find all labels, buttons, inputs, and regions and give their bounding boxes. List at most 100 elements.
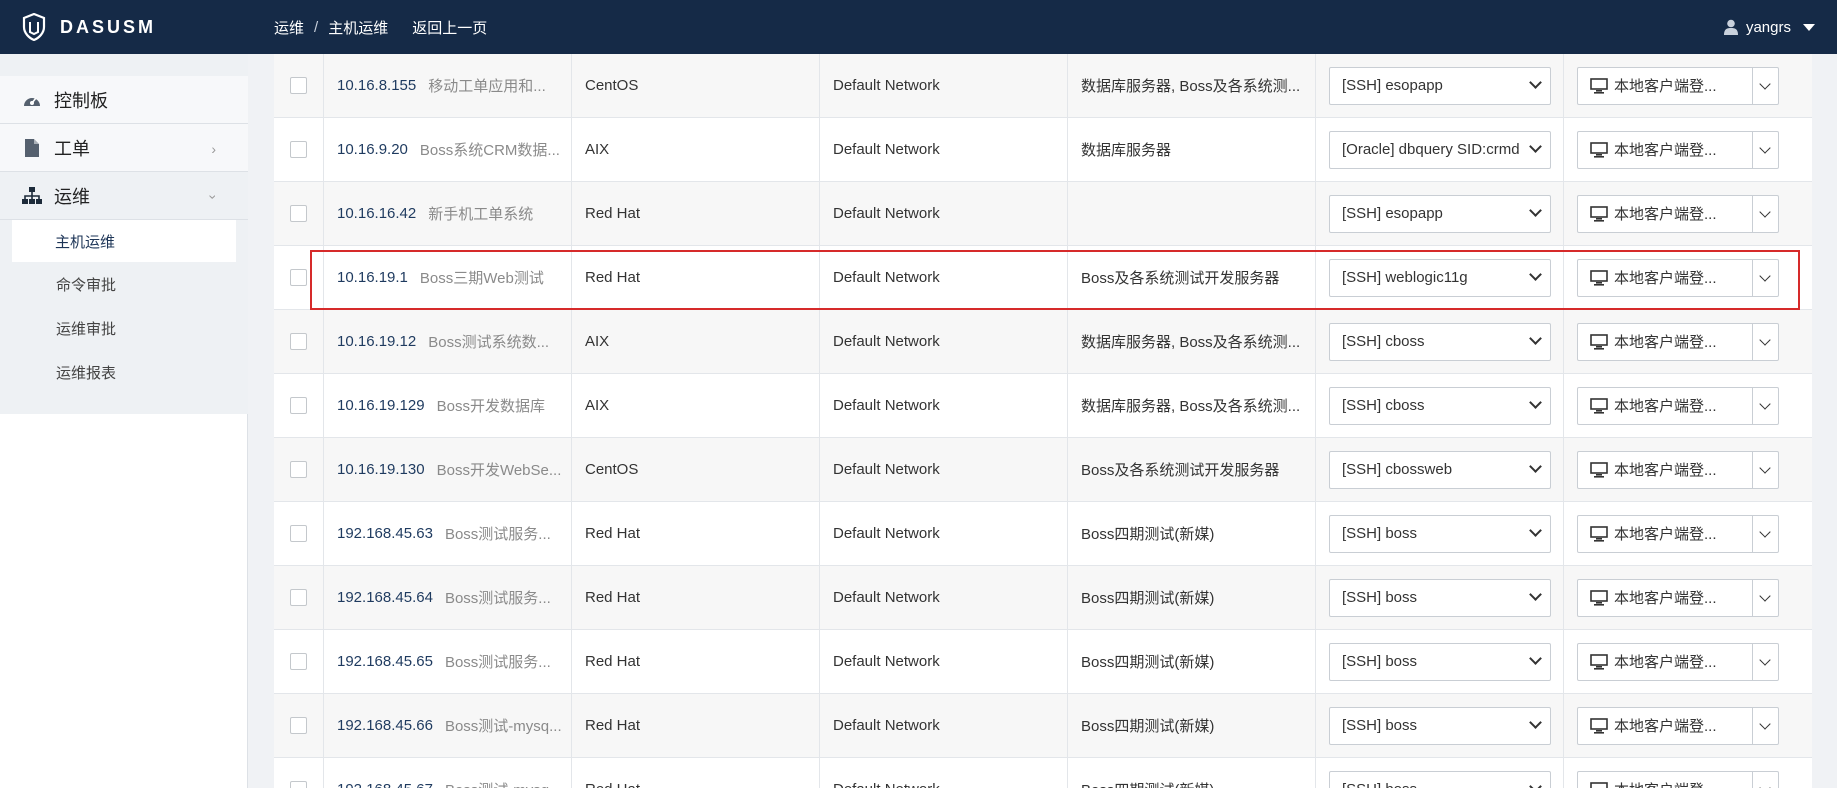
login-dropdown-toggle[interactable]	[1753, 450, 1779, 489]
row-checkbox[interactable]	[290, 205, 307, 222]
account-select[interactable]: [SSH] esopapp	[1329, 66, 1551, 105]
local-client-login-button[interactable]: 本地客户端登...	[1577, 386, 1753, 425]
row-checkbox[interactable]	[290, 717, 307, 734]
login-button-group: 本地客户端登...	[1577, 258, 1779, 297]
login-dropdown-toggle[interactable]	[1753, 770, 1779, 788]
table-row[interactable]: 10.16.16.42 新手机工单系统 Red Hat Default Network…	[274, 181, 1812, 246]
host-ip[interactable]: 10.16.19.1	[337, 269, 408, 286]
login-dropdown-toggle[interactable]	[1753, 322, 1779, 361]
table-row[interactable]: 10.16.19.1 Boss三期Web测试 Red Hat Default Netw…	[274, 245, 1812, 310]
host-name: Boss测试-mysq...	[445, 779, 562, 788]
host-ip[interactable]: 192.168.45.66	[337, 717, 433, 734]
row-checkbox[interactable]	[290, 781, 307, 788]
row-checkbox[interactable]	[290, 141, 307, 158]
host-ip[interactable]: 10.16.19.130	[337, 461, 425, 478]
row-checkbox[interactable]	[290, 397, 307, 414]
host-name: 新手机工单系统	[428, 206, 534, 223]
account-select[interactable]: [SSH] cbossweb	[1329, 450, 1551, 489]
account-select[interactable]: [SSH] boss	[1329, 514, 1551, 553]
login-dropdown-toggle[interactable]	[1753, 514, 1779, 553]
account-cell: [SSH] esopapp	[1316, 181, 1564, 246]
sidebar-item-ops[interactable]: 运维 ›	[0, 172, 248, 220]
local-client-login-button[interactable]: 本地客户端登...	[1577, 130, 1753, 169]
chevron-down-icon	[1529, 395, 1542, 409]
row-checkbox[interactable]	[290, 333, 307, 350]
back-link[interactable]: 返回上一页	[412, 17, 487, 38]
local-client-login-button[interactable]: 本地客户端登...	[1577, 450, 1753, 489]
table-row[interactable]: 192.168.45.66 Boss测试-mysq... Red Hat Defaul…	[274, 693, 1812, 758]
user-icon	[1723, 19, 1738, 35]
row-checkbox[interactable]	[290, 589, 307, 606]
login-dropdown-toggle[interactable]	[1753, 578, 1779, 617]
login-dropdown-toggle[interactable]	[1753, 66, 1779, 105]
table-row[interactable]: 10.16.9.20 Boss系统CRM数据... AIX Default Netwo…	[274, 117, 1812, 182]
app-logo[interactable]: DASUSM	[22, 13, 156, 41]
local-client-login-button[interactable]: 本地客户端登...	[1577, 194, 1753, 233]
host-ip[interactable]: 192.168.45.63	[337, 525, 433, 542]
row-checkbox[interactable]	[290, 77, 307, 94]
host-ip[interactable]: 10.16.19.12	[337, 333, 416, 350]
host-ip[interactable]: 10.16.16.42	[337, 205, 416, 222]
table-row[interactable]: 10.16.8.155 移动工单应用和... CentOS Default Netwo…	[274, 54, 1812, 118]
account-select[interactable]: [SSH] weblogic11g	[1329, 258, 1551, 297]
monitor-icon	[1590, 333, 1608, 350]
local-client-login-button[interactable]: 本地客户端登...	[1577, 258, 1753, 297]
row-checkbox[interactable]	[290, 653, 307, 670]
login-dropdown-toggle[interactable]	[1753, 194, 1779, 233]
chevron-down-icon	[1529, 651, 1542, 665]
host-ip[interactable]: 192.168.45.67	[337, 781, 433, 788]
account-select[interactable]: [SSH] cboss	[1329, 386, 1551, 425]
host-cell: 192.168.45.64 Boss测试服务...	[324, 565, 572, 630]
local-client-login-button[interactable]: 本地客户端登...	[1577, 578, 1753, 617]
login-dropdown-toggle[interactable]	[1753, 706, 1779, 745]
sidebar-item-dashboard[interactable]: 控制板	[0, 76, 248, 124]
table-row[interactable]: 10.16.19.12 Boss测试系统数... AIX Default Networ…	[274, 309, 1812, 374]
account-select[interactable]: [Oracle] dbquery SID:crmd	[1329, 130, 1551, 169]
row-checkbox[interactable]	[290, 525, 307, 542]
local-client-login-button[interactable]: 本地客户端登...	[1577, 514, 1753, 553]
os-cell: CentOS	[572, 437, 820, 502]
sidebar-item-label: 运维	[54, 186, 90, 207]
table-row[interactable]: 10.16.19.130 Boss开发WebSe... CentOS Default …	[274, 437, 1812, 502]
login-dropdown-toggle[interactable]	[1753, 642, 1779, 681]
row-checkbox[interactable]	[290, 269, 307, 286]
account-select[interactable]: [SSH] boss	[1329, 642, 1551, 681]
host-ip[interactable]: 10.16.8.155	[337, 77, 416, 94]
table-row[interactable]: 192.168.45.63 Boss测试服务... Red Hat Default N…	[274, 501, 1812, 566]
login-button-group: 本地客户端登...	[1577, 514, 1779, 553]
sidebar-item-workorder[interactable]: 工单 ›	[0, 124, 248, 172]
local-client-login-button[interactable]: 本地客户端登...	[1577, 66, 1753, 105]
login-dropdown-toggle[interactable]	[1753, 258, 1779, 297]
account-select[interactable]: [SSH] esopapp	[1329, 194, 1551, 233]
local-client-login-button[interactable]: 本地客户端登...	[1577, 322, 1753, 361]
host-ip[interactable]: 192.168.45.64	[337, 589, 433, 606]
host-ip[interactable]: 192.168.45.65	[337, 653, 433, 670]
local-client-login-button[interactable]: 本地客户端登...	[1577, 770, 1753, 788]
row-checkbox-cell	[274, 54, 324, 118]
action-cell: 本地客户端登...	[1564, 246, 1804, 310]
chevron-down-icon	[1759, 269, 1771, 282]
account-select[interactable]: [SSH] boss	[1329, 770, 1551, 788]
account-select[interactable]: [SSH] boss	[1329, 578, 1551, 617]
sidebar-subitem-host-ops[interactable]: 主机运维	[12, 220, 236, 262]
sidebar-subitem-ops-report[interactable]: 运维报表	[0, 350, 248, 394]
top-bar: DASUSM 运维 / 主机运维 返回上一页 yangrs	[0, 0, 1837, 54]
login-dropdown-toggle[interactable]	[1753, 386, 1779, 425]
table-row[interactable]: 192.168.45.64 Boss测试服务... Red Hat Default N…	[274, 565, 1812, 630]
login-dropdown-toggle[interactable]	[1753, 130, 1779, 169]
chevron-down-icon	[1759, 525, 1771, 538]
account-select[interactable]: [SSH] cboss	[1329, 322, 1551, 361]
local-client-login-button[interactable]: 本地客户端登...	[1577, 706, 1753, 745]
local-client-login-button[interactable]: 本地客户端登...	[1577, 642, 1753, 681]
breadcrumb-root[interactable]: 运维	[274, 17, 304, 38]
table-row[interactable]: 192.168.45.65 Boss测试服务... Red Hat Default N…	[274, 629, 1812, 694]
table-row[interactable]: 192.168.45.67 Boss测试-mysq... Red HatDefaul…	[274, 757, 1812, 788]
user-menu[interactable]: yangrs	[1723, 0, 1815, 54]
sidebar-subitem-ops-approval[interactable]: 运维审批	[0, 306, 248, 350]
account-select[interactable]: [SSH] boss	[1329, 706, 1551, 745]
host-ip[interactable]: 10.16.19.129	[337, 397, 425, 414]
sidebar-subitem-command-approval[interactable]: 命令审批	[0, 262, 248, 306]
row-checkbox[interactable]	[290, 461, 307, 478]
host-ip[interactable]: 10.16.9.20	[337, 141, 408, 158]
table-row[interactable]: 10.16.19.129 Boss开发数据库 AIX Default Network 数…	[274, 373, 1812, 438]
